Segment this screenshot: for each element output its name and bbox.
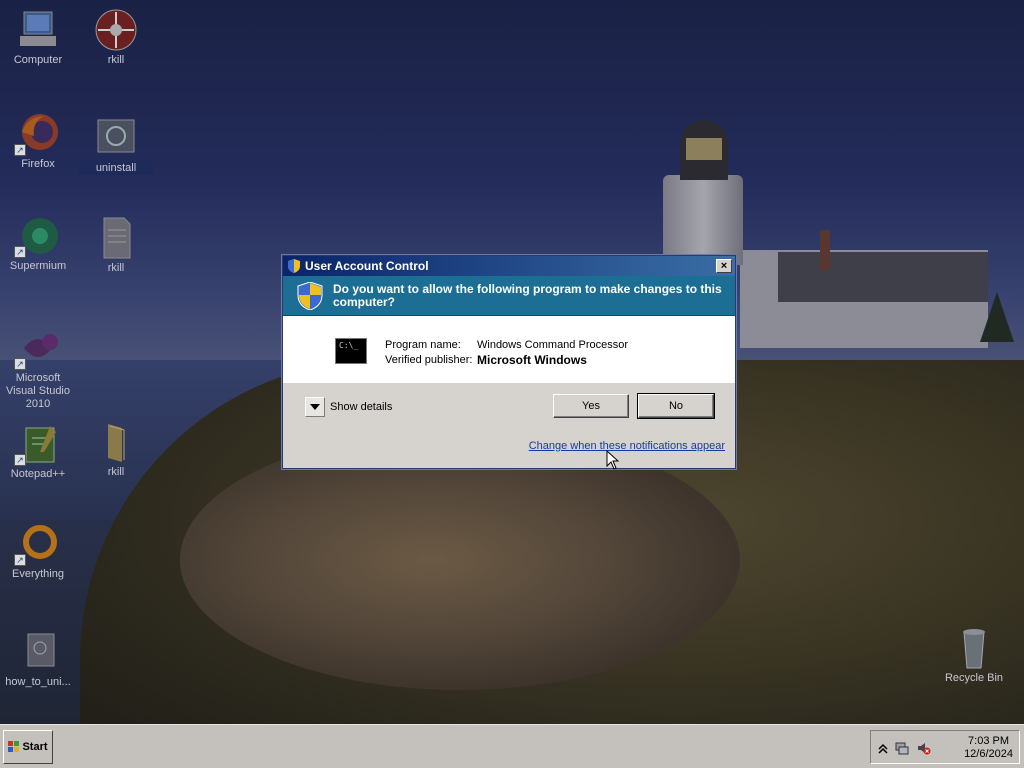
program-name-label: Program name: (385, 339, 461, 351)
desktop-icon-label: Microsoft Visual Studio 2010 (5, 372, 70, 410)
clock-time: 7:03 PM (968, 735, 1010, 747)
shortcut-arrow-icon: ↗ (14, 454, 26, 466)
wallpaper-rocks (180, 430, 740, 690)
uac-title: User Account Control (305, 259, 429, 273)
desktop-icon-rkill[interactable]: rkill (78, 8, 154, 67)
shortcut-arrow-icon: ↗ (14, 554, 26, 566)
desktop-icon-everything[interactable]: ↗ Everything (0, 522, 76, 581)
tray-expand-icon[interactable] (876, 741, 890, 755)
desktop-icon-label: Supermium (9, 260, 67, 272)
show-details-toggle[interactable]: Show details (305, 397, 392, 417)
desktop-icon-label: rkill (107, 54, 125, 66)
desktop-icon-uninstall[interactable]: uninstall (78, 116, 154, 175)
shortcut-arrow-icon: ↗ (14, 246, 26, 258)
wallpaper-lighthouse-lamp (686, 138, 722, 160)
system-tray: 7:03 PM 12/6/2024 (870, 730, 1020, 764)
program-info-labels: Program name: Verified publisher: (385, 338, 472, 368)
clock-date: 12/6/2024 (964, 748, 1013, 760)
no-button[interactable]: No (637, 393, 715, 419)
windows-logo-icon (8, 741, 20, 752)
desktop-icon-notepadpp[interactable]: ↗ Notepad++ (0, 422, 76, 481)
desktop-icon-label: rkill (107, 262, 125, 274)
desktop-icon-supermium[interactable]: ↗ Supermium (0, 214, 76, 273)
command-prompt-icon: C:\_ (335, 338, 367, 364)
rkill-icon (92, 8, 140, 52)
wallpaper-chimney (820, 230, 830, 270)
firefox-icon: ↗ (14, 112, 62, 156)
show-details-label: Show details (330, 401, 393, 413)
mouse-cursor-icon (606, 450, 620, 470)
everything-icon: ↗ (14, 522, 62, 566)
taskbar: Start 7:03 PM 12/6/2024 (0, 724, 1024, 768)
visual-studio-icon: ↗ (14, 326, 62, 370)
document-icon (14, 630, 62, 674)
desktop-icon-label: Notepad++ (10, 468, 66, 480)
uninstall-icon (92, 116, 140, 160)
chevron-down-icon[interactable] (305, 397, 325, 417)
uac-dialog: User Account Control × Do you want to al… (282, 255, 736, 469)
change-notifications-link[interactable]: Change when these notifications appear (529, 440, 725, 452)
uac-footer: Show details Yes No Change when these no… (283, 383, 735, 468)
volume-muted-icon[interactable] (917, 741, 931, 755)
start-button[interactable]: Start (3, 730, 53, 764)
desktop-icon-label: Computer (13, 54, 63, 66)
start-label: Start (22, 741, 48, 753)
folder-icon (92, 420, 140, 464)
desktop-icon-label: Firefox (21, 158, 55, 170)
desktop-icon-label: uninstall (78, 162, 154, 175)
desktop-icon-rkill-folder[interactable]: rkill (78, 420, 154, 479)
notepadpp-icon: ↗ (14, 422, 62, 466)
close-button[interactable]: × (716, 259, 732, 273)
text-file-icon (92, 216, 140, 260)
desktop-icon-how-to-uninstall[interactable]: how_to_uni... (0, 630, 76, 689)
uac-shield-icon (288, 259, 300, 273)
clock[interactable]: 7:03 PM 12/6/2024 (964, 735, 1013, 761)
shortcut-arrow-icon: ↗ (14, 144, 26, 156)
uac-shield-icon (297, 281, 323, 310)
program-name-value: Windows Command Processor (477, 339, 628, 351)
desktop-icon-computer[interactable]: Computer (0, 8, 76, 67)
network-icon[interactable] (895, 741, 909, 755)
uac-banner: Do you want to allow the following progr… (283, 276, 735, 316)
supermium-icon: ↗ (14, 214, 62, 258)
desktop-icon-recycle-bin[interactable]: Recycle Bin (936, 626, 1012, 685)
program-info-values: Windows Command Processor Microsoft Wind… (477, 338, 628, 368)
publisher-label: Verified publisher: (385, 354, 473, 366)
desktop-icon-label: how_to_uni... (5, 676, 71, 688)
wallpaper-house-roof (778, 252, 988, 302)
yes-button[interactable]: Yes (553, 394, 629, 418)
computer-icon (14, 8, 62, 52)
desktop-icon-label: rkill (107, 466, 125, 478)
desktop-icon-visual-studio[interactable]: ↗ Microsoft Visual Studio 2010 (0, 326, 76, 411)
desktop-icon-label: Everything (12, 568, 64, 580)
desktop-icon-rkill-file[interactable]: rkill (78, 216, 154, 275)
uac-program-info: C:\_ Program name: Verified publisher: W… (283, 316, 735, 383)
desktop-icon-firefox[interactable]: ↗ Firefox (0, 112, 76, 171)
recycle-bin-icon (950, 626, 998, 670)
wallpaper-lighthouse (663, 175, 743, 265)
shortcut-arrow-icon: ↗ (14, 358, 26, 370)
uac-title-bar[interactable]: User Account Control (283, 256, 735, 276)
publisher-value: Microsoft Windows (477, 353, 587, 367)
uac-question: Do you want to allow the following progr… (333, 281, 722, 309)
desktop-icon-label: Recycle Bin (944, 672, 1004, 684)
